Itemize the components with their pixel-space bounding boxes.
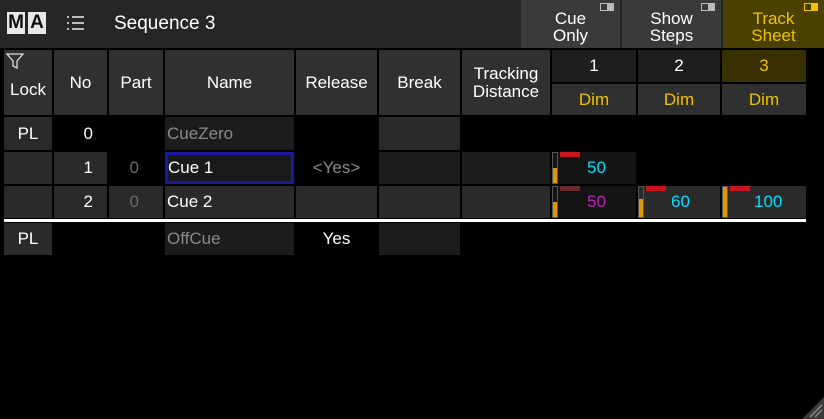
fixture-header-1[interactable]: 1 bbox=[552, 50, 636, 82]
level-bar bbox=[553, 168, 557, 183]
name-cell[interactable]: OffCue bbox=[165, 223, 294, 255]
break-cell[interactable] bbox=[379, 186, 460, 218]
level-marker bbox=[730, 186, 750, 191]
value-text: 100 bbox=[754, 192, 783, 211]
column-header-tracking-distance[interactable]: Tracking Distance bbox=[462, 50, 550, 115]
value-text: 60 bbox=[671, 192, 690, 211]
lock-cell[interactable]: PL bbox=[4, 117, 52, 150]
column-header-no[interactable]: No bbox=[54, 50, 107, 115]
no-cell[interactable]: 1 bbox=[54, 152, 107, 184]
current-cue-divider bbox=[4, 219, 806, 222]
lock-cell[interactable] bbox=[4, 186, 52, 218]
lock-cell[interactable]: PL bbox=[4, 223, 52, 255]
column-header-break[interactable]: Break bbox=[379, 50, 460, 115]
lock-cell[interactable] bbox=[4, 152, 52, 184]
track-sheet-button[interactable]: Track Sheet bbox=[723, 0, 824, 48]
level-marker bbox=[560, 186, 580, 191]
level-track bbox=[722, 186, 728, 218]
part-cell[interactable]: 0 bbox=[109, 186, 163, 218]
level-track bbox=[552, 186, 558, 218]
level-bar bbox=[723, 187, 727, 217]
toggle-indicator-icon bbox=[600, 3, 614, 11]
show-steps-button[interactable]: Show Steps bbox=[622, 0, 721, 48]
no-cell[interactable]: 2 bbox=[54, 186, 107, 218]
fixture-header-3[interactable]: 3 bbox=[722, 50, 806, 82]
release-cell[interactable] bbox=[296, 186, 377, 218]
value-cell[interactable]: 50 bbox=[552, 186, 636, 218]
column-header-part[interactable]: Part bbox=[109, 50, 163, 115]
level-bar bbox=[639, 199, 643, 217]
window-title: Sequence 3 bbox=[114, 13, 216, 34]
break-cell[interactable] bbox=[379, 152, 460, 184]
value-cell[interactable]: 100 bbox=[722, 186, 806, 218]
level-track bbox=[552, 152, 558, 184]
value-cell[interactable]: 60 bbox=[638, 186, 720, 218]
no-cell[interactable]: 0 bbox=[54, 117, 107, 150]
tracking-cell[interactable] bbox=[462, 186, 550, 218]
level-marker bbox=[646, 186, 666, 191]
release-cell[interactable]: <Yes> bbox=[296, 152, 377, 184]
name-cell[interactable]: CueZero bbox=[165, 117, 294, 150]
value-cell[interactable]: 50 bbox=[552, 152, 636, 184]
logo-letter-a: A bbox=[28, 12, 46, 34]
break-cell[interactable] bbox=[379, 117, 460, 150]
name-cell[interactable]: Cue 2 bbox=[165, 186, 294, 218]
fixture-attribute-1[interactable]: Dim bbox=[552, 84, 636, 115]
tracking-cell[interactable] bbox=[462, 152, 550, 184]
toggle-indicator-icon bbox=[804, 3, 818, 11]
name-cell-selected[interactable]: Cue 1 bbox=[165, 152, 294, 184]
level-marker bbox=[560, 152, 580, 157]
filter-icon[interactable] bbox=[6, 53, 24, 69]
toggle-indicator-icon bbox=[701, 3, 715, 11]
resize-grip-icon[interactable] bbox=[800, 395, 824, 419]
fixture-attribute-2[interactable]: Dim bbox=[638, 84, 720, 115]
fixture-header-2[interactable]: 2 bbox=[638, 50, 720, 82]
list-icon[interactable] bbox=[66, 14, 86, 32]
fixture-attribute-3[interactable]: Dim bbox=[722, 84, 806, 115]
column-header-release[interactable]: Release bbox=[296, 50, 377, 115]
value-text: 50 bbox=[587, 192, 606, 211]
logo-letter-m: M bbox=[7, 12, 25, 34]
break-cell[interactable] bbox=[379, 223, 460, 255]
part-cell[interactable]: 0 bbox=[109, 152, 163, 184]
column-header-lock[interactable]: Lock bbox=[4, 50, 52, 115]
release-cell[interactable]: Yes bbox=[296, 223, 377, 255]
value-text: 50 bbox=[587, 158, 606, 177]
cue-only-button[interactable]: Cue Only bbox=[521, 0, 620, 48]
level-bar bbox=[553, 202, 557, 217]
column-header-name[interactable]: Name bbox=[165, 50, 294, 115]
level-track bbox=[638, 186, 644, 218]
